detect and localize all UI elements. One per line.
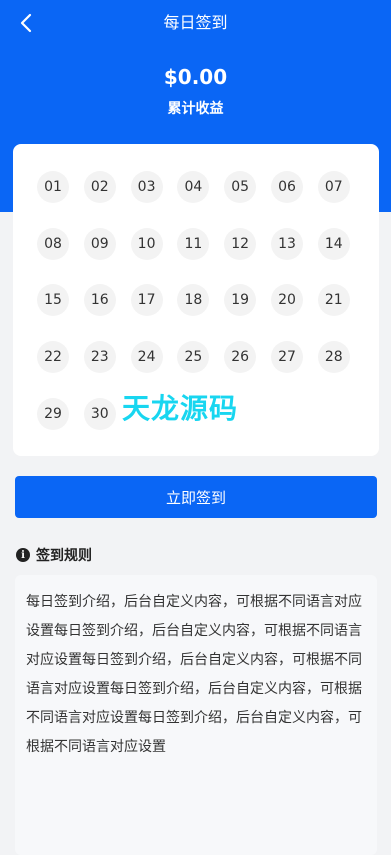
calendar-day[interactable]: 08 (37, 227, 69, 260)
calendar-day[interactable]: 09 (83, 227, 116, 260)
calendar-day[interactable]: 04 (177, 171, 210, 203)
calendar-day[interactable]: 20 (271, 284, 303, 317)
calendar-day[interactable]: 16 (83, 284, 116, 317)
signin-button[interactable]: 立即签到 (15, 476, 377, 518)
calendar-day[interactable]: 10 (130, 227, 163, 260)
calendar-day[interactable]: 17 (130, 284, 163, 317)
calendar-day[interactable]: 14 (317, 227, 350, 260)
calendar-day[interactable]: 24 (130, 341, 163, 374)
watermark-text: 天龙源码 (122, 392, 239, 425)
calendar-day[interactable]: 26 (224, 341, 257, 374)
rules-header: i 签到规则 (16, 545, 92, 565)
total-earnings-label: 累计收益 (167, 101, 224, 117)
calendar-day[interactable]: 27 (271, 341, 303, 374)
rules-title: 签到规则 (36, 548, 92, 564)
calendar-day[interactable]: 29 (37, 397, 69, 430)
total-earnings-amount: $0.00 (163, 65, 228, 89)
page-title: 每日签到 (163, 13, 228, 32)
calendar-day[interactable]: 22 (37, 341, 69, 374)
calendar-day[interactable]: 12 (224, 227, 257, 260)
rules-text: 每日签到介绍，后台自定义内容，可根据不同语言对应设置每日签到介绍，后台自定义内容… (26, 594, 362, 755)
calendar-day[interactable]: 13 (271, 227, 303, 260)
calendar-day[interactable]: 25 (177, 341, 210, 374)
calendar-day[interactable]: 02 (83, 171, 116, 203)
calendar-day[interactable]: 01 (37, 171, 69, 203)
calendar-day[interactable]: 18 (177, 284, 210, 317)
calendar-day[interactable]: 28 (317, 341, 350, 374)
calendar-day[interactable]: 03 (130, 171, 163, 203)
calendar-day[interactable]: 23 (83, 341, 116, 374)
calendar-day[interactable]: 11 (177, 227, 210, 260)
calendar-day[interactable]: 30 (83, 397, 116, 430)
calendar-day[interactable]: 19 (224, 284, 257, 317)
info-icon: i (16, 548, 30, 562)
calendar-day[interactable]: 15 (37, 284, 69, 317)
nav-bar: 每日签到 (0, 0, 391, 46)
calendar-day[interactable]: 06 (271, 171, 303, 203)
calendar-day[interactable]: 21 (317, 284, 350, 317)
calendar-day[interactable]: 05 (224, 171, 257, 203)
rules-content-box: 每日签到介绍，后台自定义内容，可根据不同语言对应设置每日签到介绍，后台自定义内容… (15, 575, 377, 855)
calendar-day[interactable]: 07 (317, 171, 350, 203)
